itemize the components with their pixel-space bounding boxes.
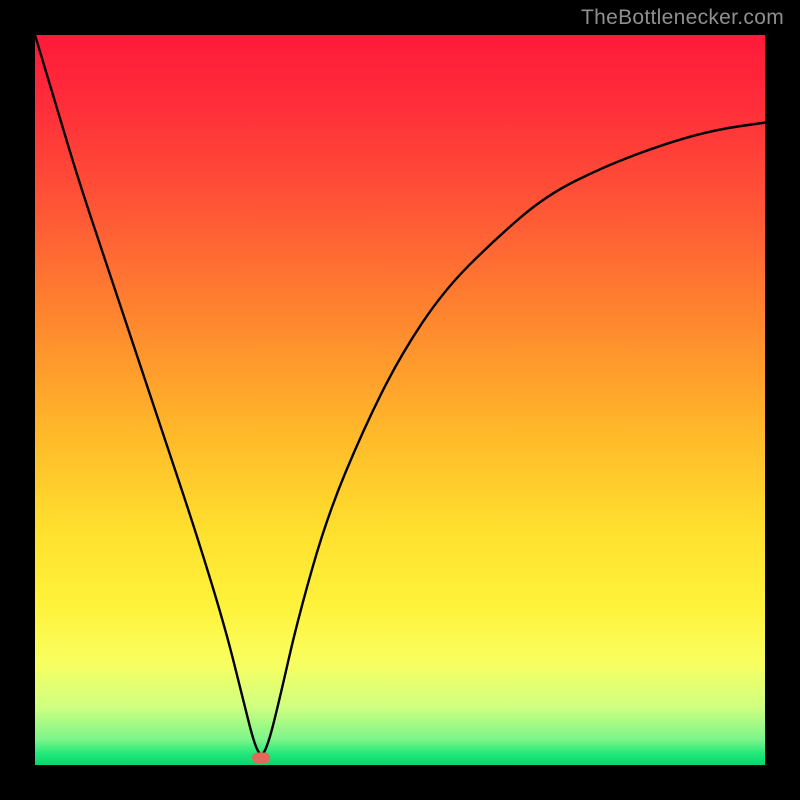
chart-frame: TheBottlenecker.com [0,0,800,800]
optimal-point-marker [252,752,270,763]
watermark-text: TheBottlenecker.com [581,6,784,30]
bottleneck-curve [35,35,765,765]
plot-area [35,35,765,765]
